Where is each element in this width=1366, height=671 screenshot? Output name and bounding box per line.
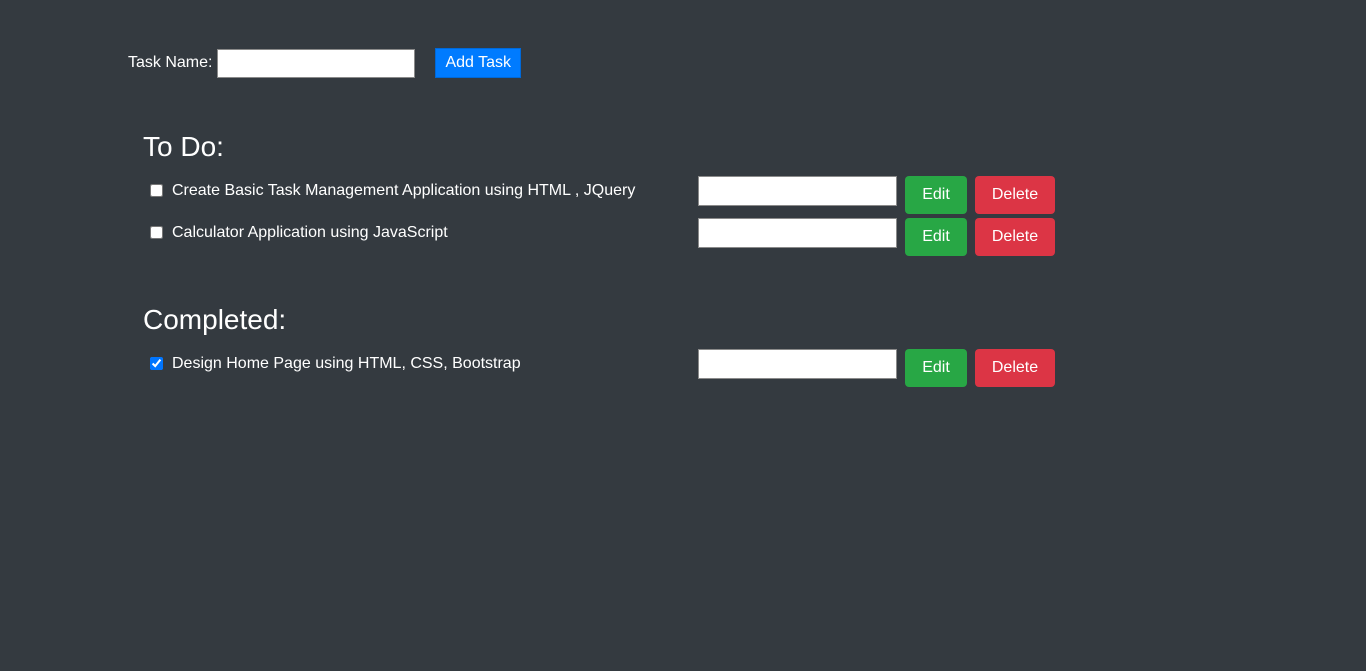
add-task-button[interactable]: Add Task	[435, 48, 521, 78]
edit-button[interactable]: Edit	[905, 176, 967, 214]
delete-button[interactable]: Delete	[975, 176, 1055, 214]
task-edit-input[interactable]	[698, 218, 897, 248]
task-checkbox[interactable]	[150, 226, 163, 239]
todo-task-row: Calculator Application using JavaScript …	[150, 218, 1056, 256]
delete-button[interactable]: Delete	[975, 349, 1055, 387]
task-checkbox[interactable]	[150, 357, 163, 370]
task-label: Design Home Page using HTML, CSS, Bootst…	[172, 355, 521, 372]
add-task-form: Task Name: Add Task	[128, 48, 521, 78]
task-label: Create Basic Task Management Application…	[172, 182, 636, 199]
completed-task-row: Design Home Page using HTML, CSS, Bootst…	[150, 349, 1056, 387]
task-label: Calculator Application using JavaScript	[172, 224, 448, 241]
task-name-label: Task Name:	[128, 54, 213, 71]
task-edit-input[interactable]	[698, 349, 897, 379]
edit-button[interactable]: Edit	[905, 218, 967, 256]
delete-button[interactable]: Delete	[975, 218, 1055, 256]
edit-button[interactable]: Edit	[905, 349, 967, 387]
task-checkbox[interactable]	[150, 184, 163, 197]
completed-heading: Completed:	[143, 304, 287, 335]
task-edit-input[interactable]	[698, 176, 897, 206]
todo-task-row: Create Basic Task Management Application…	[150, 176, 1056, 214]
new-task-input[interactable]	[217, 48, 416, 78]
todo-heading: To Do:	[143, 131, 224, 162]
